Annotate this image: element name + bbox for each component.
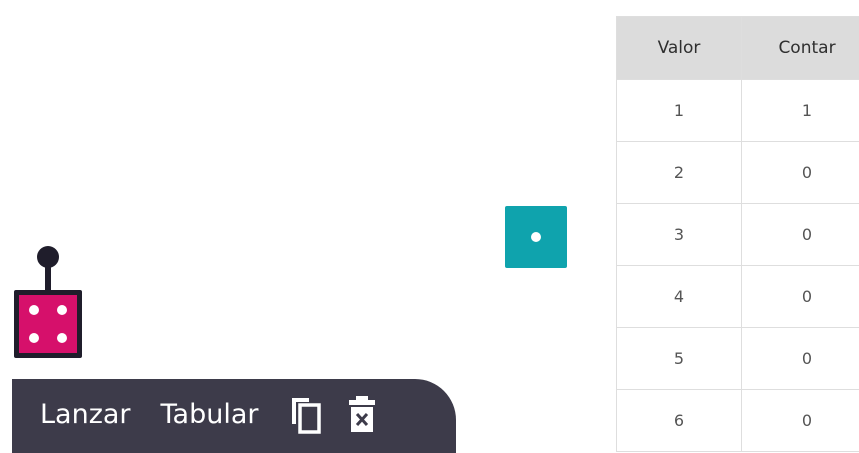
die-icon (14, 246, 82, 358)
die-device[interactable] (12, 244, 84, 360)
canvas: Lanzar Tabular Valor Contar 1 1 2 0 3 0 … (0, 0, 859, 453)
header-contar: Contar (741, 16, 859, 80)
cell-valor: 5 (616, 327, 742, 390)
cell-valor: 1 (616, 79, 742, 142)
cell-contar: 0 (741, 265, 859, 328)
copy-icon[interactable] (289, 394, 323, 434)
pip-icon (531, 232, 541, 242)
cell-contar: 1 (741, 79, 859, 142)
table-header-row: Valor Contar (616, 16, 859, 80)
tally-table-container: Valor Contar 1 1 2 0 3 0 4 0 5 0 6 0 (616, 16, 859, 452)
table-row: 2 0 (616, 141, 859, 204)
cell-valor: 4 (616, 265, 742, 328)
cell-valor: 6 (616, 389, 742, 452)
cell-contar: 0 (741, 327, 859, 390)
cell-contar: 0 (741, 141, 859, 204)
result-tile[interactable] (505, 206, 567, 268)
table-row: 1 1 (616, 79, 859, 142)
table-row: 3 0 (616, 203, 859, 266)
delete-icon[interactable] (345, 394, 379, 434)
cell-contar: 0 (741, 203, 859, 266)
roll-button[interactable]: Lanzar (40, 401, 131, 428)
tabulate-button[interactable]: Tabular (161, 401, 259, 428)
die-toolbar: Lanzar Tabular (12, 379, 456, 453)
table-row: 6 0 (616, 389, 859, 452)
header-valor: Valor (616, 16, 742, 80)
table-row: 4 0 (616, 265, 859, 328)
table-row: 5 0 (616, 327, 859, 390)
cell-contar: 0 (741, 389, 859, 452)
cell-valor: 2 (616, 141, 742, 204)
cell-valor: 3 (616, 203, 742, 266)
tally-table: Valor Contar 1 1 2 0 3 0 4 0 5 0 6 0 (616, 16, 859, 452)
